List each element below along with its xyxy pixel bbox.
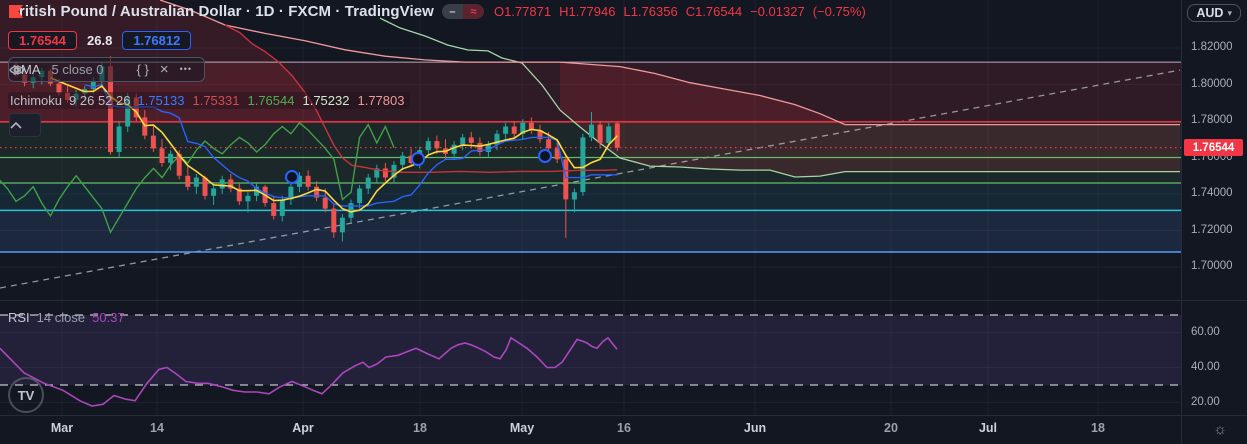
more-options-icon[interactable]: ••• [180,65,192,74]
flag-icon[interactable] [8,4,24,19]
tradingview-watermark-logo: TV [8,377,44,413]
price-axis[interactable]: 1.82000 1.80000 1.78000 1.76000 1.74000 1.720… [1182,0,1247,415]
rsi-chart-canvas[interactable] [0,301,1181,415]
currency-dropdown-button[interactable]: AUD ▾ [1187,4,1241,22]
ichimoku-value: 1.75232 [302,93,350,108]
price-axis-tick: 1.74000 [1191,187,1233,199]
ichimoku-name: Ichimoku [10,93,63,108]
currency-label: AUD [1196,6,1224,20]
price-label-row: 1.76544 26.8 1.76812 [8,31,192,50]
open-value: O1.77871 [493,4,552,19]
time-axis-tick: 20 [884,421,898,435]
time-axis-tick: 18 [1091,421,1105,435]
chevron-down-icon: ▾ [1227,7,1232,18]
change-percent: (−0.75%) [812,4,866,19]
time-axis-tick: Jul [978,421,998,435]
time-axis-tick: May [509,421,535,435]
ichimoku-indicator-legend[interactable]: Ichimoku 9 26 52 26 1.75133 1.75331 1.7654… [8,92,411,109]
price-axis-tick: 1.82000 [1191,41,1233,53]
time-axis-tick: 14 [150,421,164,435]
rsi-axis-tick: 60.00 [1191,326,1220,338]
close-value: C1.76544 [685,4,743,19]
remove-icon[interactable]: × [160,62,169,77]
price-axis-tick: 1.80000 [1191,78,1233,90]
time-axis-tick: Mar [50,421,74,435]
price-axis-tick: 1.70000 [1191,260,1233,272]
ichimoku-value: 1.76544 [247,93,295,108]
time-axis-tick: 16 [617,421,631,435]
tradingview-chart-window: British Pound / Australian Dollar · 1D ·… [0,0,1247,444]
price-label-blue[interactable]: 1.76812 [122,31,192,50]
source-code-icon[interactable]: { } [137,63,149,76]
ma-params: 5 close 0 [51,62,104,77]
current-price-badge: 1.76544 [1184,139,1243,156]
rsi-value: 50.37 [92,310,125,325]
low-value: L1.76356 [623,4,678,19]
time-axis-tick: Jun [743,421,767,435]
ma-indicator-legend[interactable]: MA 5 close 0 { } × ••• [8,57,206,82]
rsi-name: RSI [8,310,30,325]
quick-toggle-pills[interactable]: – ≈ [441,4,484,19]
spread-value: 26.8 [87,33,113,48]
change-value: −0.01327 [750,4,805,19]
chart-header: British Pound / Australian Dollar · 1D ·… [8,3,866,20]
minus-toggle-icon[interactable]: – [441,4,463,19]
rsi-indicator-legend[interactable]: RSI 14 close 50.37 [8,310,125,325]
wave-toggle-icon[interactable]: ≈ [462,4,484,19]
ichimoku-value: 1.77803 [357,93,405,108]
axis-settings-sun-icon[interactable]: ☼ [1213,421,1227,438]
rsi-axis-tick: 40.00 [1191,361,1220,373]
rsi-axis-tick: 20.00 [1191,396,1220,408]
pane-divider[interactable] [0,300,1247,301]
ichimoku-value: 1.75331 [192,93,240,108]
price-axis-tick: 1.78000 [1191,114,1233,126]
time-axis-tick: Apr [292,421,314,435]
chevron-up-icon [10,121,22,129]
ohlc-readout: O1.77871 H1.77946 L1.76356 C1.76544 −0.0… [494,4,866,19]
time-axis-tick: 18 [413,421,427,435]
symbol-title[interactable]: British Pound / Australian Dollar · 1D ·… [8,3,434,20]
price-axis-tick: 1.72000 [1191,224,1233,236]
collapse-legend-button[interactable] [9,113,41,137]
rsi-params: 14 close [36,310,86,325]
price-label-red[interactable]: 1.76544 [8,31,77,50]
ichimoku-value: 1.75133 [137,93,185,108]
ichimoku-values: 1.75133 1.75331 1.76544 1.75232 1.77803 [137,93,404,108]
time-axis[interactable]: Mar 14 Apr 18 May 16 Jun 20 Jul 18 [0,416,1247,444]
high-value: H1.77946 [559,4,616,19]
ichimoku-params: 9 26 52 26 [69,93,131,108]
